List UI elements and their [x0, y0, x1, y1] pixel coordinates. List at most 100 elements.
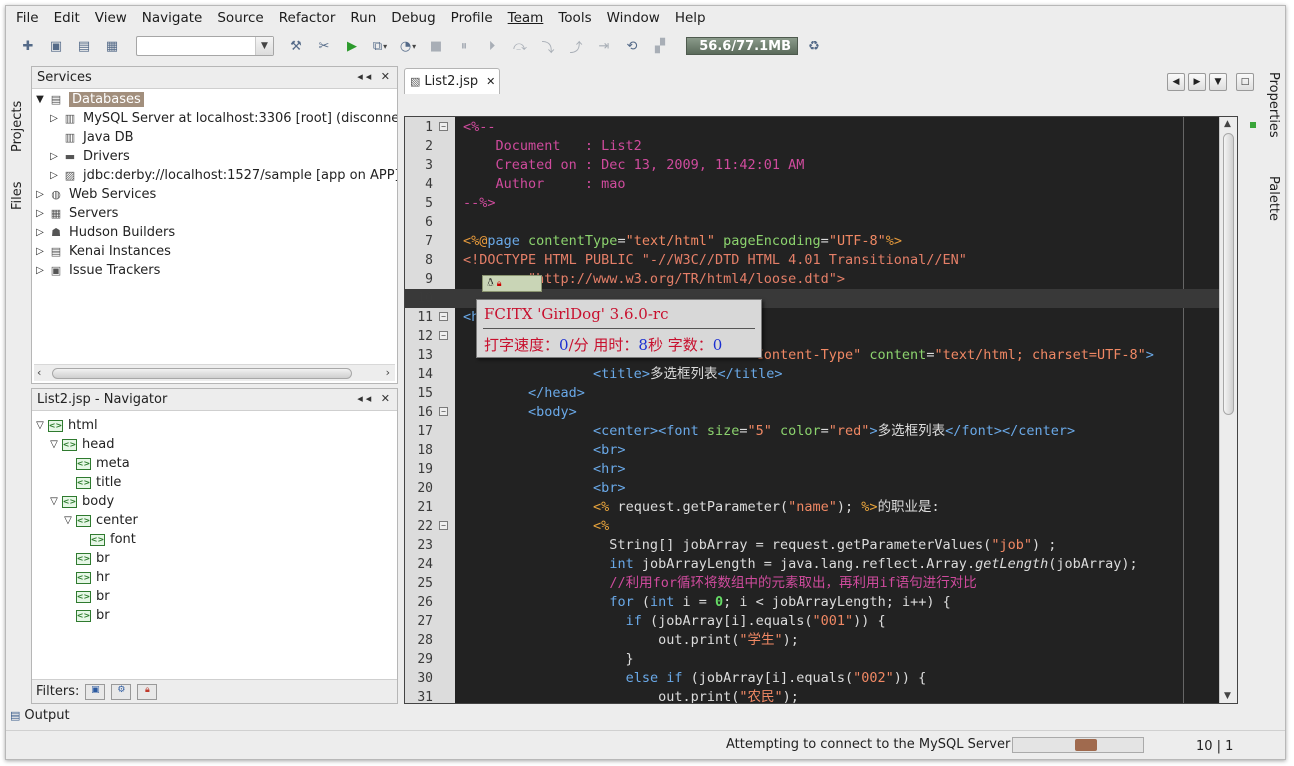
- menu-view[interactable]: View: [89, 10, 136, 26]
- panel-controls[interactable]: ◂◂ ✕: [357, 70, 393, 83]
- code-line[interactable]: 18 <br>: [405, 441, 1185, 460]
- collapsed-arrow-icon[interactable]: ▷: [48, 113, 60, 124]
- menu-navigate[interactable]: Navigate: [136, 10, 212, 26]
- configuration-combo[interactable]: ▼: [136, 36, 274, 56]
- code-line[interactable]: 19 <hr>: [405, 460, 1185, 479]
- take-snapshot-icon[interactable]: ▞: [648, 35, 672, 57]
- save-all-icon[interactable]: ▦: [100, 35, 124, 57]
- show-opened-documents-icon[interactable]: ▼: [1209, 73, 1227, 91]
- code-line[interactable]: 30 else if (jobArray[i].equals("002")) {: [405, 669, 1185, 688]
- expanded-arrow-icon[interactable]: ▼: [34, 94, 46, 105]
- navigator-tree-item[interactable]: ▽ <> center: [62, 511, 138, 530]
- navigator-tree-item[interactable]: <> br: [62, 587, 110, 606]
- fold-toggle-icon[interactable]: −: [439, 331, 448, 340]
- panel-controls[interactable]: ◂◂ ✕: [357, 392, 393, 405]
- tab-palette[interactable]: Palette: [1266, 176, 1281, 236]
- fcitx-status-bar[interactable]: 🐧︎ 🔒︎: [482, 275, 542, 292]
- tab-projects[interactable]: Projects: [10, 72, 25, 152]
- services-tree-item[interactable]: ▷ ▦ Servers: [34, 204, 118, 223]
- menu-window[interactable]: Window: [601, 10, 669, 26]
- code-line[interactable]: 20 <br>: [405, 479, 1185, 498]
- tab-files[interactable]: Files: [10, 160, 25, 210]
- services-tree-item[interactable]: ▥ Java DB: [48, 128, 134, 147]
- step-into-icon[interactable]: ⤵: [536, 35, 560, 57]
- collapsed-arrow-icon[interactable]: ▷: [34, 265, 46, 276]
- menu-run[interactable]: Run: [344, 10, 385, 26]
- open-project-icon[interactable]: ▤: [72, 35, 96, 57]
- menu-edit[interactable]: Edit: [48, 10, 89, 26]
- filter-elements-icon[interactable]: ⚙: [111, 683, 132, 700]
- code-line[interactable]: 31 out.print("农民");: [405, 688, 1185, 703]
- tab-list2-jsp[interactable]: ▧ List2.jsp ✕: [404, 68, 500, 94]
- expanded-arrow-icon[interactable]: ▽: [48, 496, 60, 507]
- code-line[interactable]: 22− <%: [405, 517, 1185, 536]
- profile-icon[interactable]: ◔: [396, 35, 420, 57]
- filter-lock-icon[interactable]: 🔒︎: [137, 683, 158, 700]
- fold-toggle-icon[interactable]: −: [439, 122, 448, 131]
- menu-team[interactable]: Team: [502, 10, 553, 26]
- scroll-tabs-right-icon[interactable]: ▶: [1188, 73, 1206, 91]
- collapsed-arrow-icon[interactable]: ▷: [48, 170, 60, 181]
- code-editor[interactable]: 1− <%-- 2 Document : List2 3 Created on : D…: [404, 116, 1238, 704]
- run-icon[interactable]: ▶: [340, 35, 364, 57]
- navigator-tree-item[interactable]: <> meta: [62, 454, 130, 473]
- collapsed-arrow-icon[interactable]: ▷: [34, 208, 46, 219]
- navigator-tree-item[interactable]: ▽ <> head: [48, 435, 114, 454]
- code-line[interactable]: 28 out.print("学生");: [405, 631, 1185, 650]
- collapsed-arrow-icon[interactable]: ▷: [34, 189, 46, 200]
- code-line[interactable]: 25 //利用for循环将数组中的元素取出，再利用if语句进行对比: [405, 574, 1185, 593]
- stop-icon[interactable]: ■: [424, 35, 448, 57]
- apply-code-changes-icon[interactable]: ⟲: [620, 35, 644, 57]
- menu-tools[interactable]: Tools: [552, 10, 600, 26]
- expanded-arrow-icon[interactable]: ▽: [48, 439, 60, 450]
- fold-toggle-icon[interactable]: −: [439, 407, 448, 416]
- services-tree-item[interactable]: ▷ ▬ Drivers: [48, 147, 130, 166]
- expanded-arrow-icon[interactable]: ▽: [62, 515, 74, 526]
- services-tree-item[interactable]: ▷ ▨ jdbc:derby://localhost:1527/sample [ap…: [48, 166, 397, 185]
- code-line[interactable]: 6: [405, 213, 1185, 232]
- output-tab[interactable]: ▤ Output: [10, 706, 70, 724]
- navigator-tree-item[interactable]: ▽ <> body: [48, 492, 114, 511]
- collapsed-arrow-icon[interactable]: ▷: [34, 246, 46, 257]
- code-line[interactable]: 8 <!DOCTYPE HTML PUBLIC "-//W3C//DTD HTML…: [405, 251, 1185, 270]
- services-tree-item[interactable]: ▷ ☗ Hudson Builders: [34, 223, 175, 242]
- code-line[interactable]: 23 String[] jobArray = request.getParame…: [405, 536, 1185, 555]
- code-line[interactable]: 5 --%>: [405, 194, 1185, 213]
- menu-file[interactable]: File: [10, 10, 48, 26]
- collapsed-arrow-icon[interactable]: ▷: [34, 227, 46, 238]
- collapsed-arrow-icon[interactable]: ▷: [48, 151, 60, 162]
- fold-toggle-icon[interactable]: −: [439, 312, 448, 321]
- maximize-icon[interactable]: □: [1236, 73, 1254, 91]
- code-line[interactable]: 14 <title>多选框列表</title>: [405, 365, 1185, 384]
- code-line[interactable]: 17 <center><font size="5" color="red">多选…: [405, 422, 1185, 441]
- close-icon[interactable]: ✕: [486, 75, 495, 88]
- new-project-icon[interactable]: ▣: [44, 35, 68, 57]
- services-tree-item[interactable]: ▷ ▣ Issue Trackers: [34, 261, 160, 280]
- navigator-tree-item[interactable]: <> br: [62, 606, 110, 625]
- editor-vscroll[interactable]: ▲ ▼: [1219, 117, 1237, 703]
- scroll-tabs-left-icon[interactable]: ◀: [1167, 73, 1185, 91]
- chevron-down-icon[interactable]: ▼: [255, 37, 273, 55]
- services-hscroll[interactable]: ‹ ›: [34, 364, 395, 381]
- code-line[interactable]: 24 int jobArrayLength = java.lang.reflec…: [405, 555, 1185, 574]
- pause-icon[interactable]: ⏸: [452, 35, 476, 57]
- memory-usage-bar[interactable]: 56.6/77.1MB: [686, 37, 798, 55]
- code-line[interactable]: 27 if (jobArray[i].equals("001")) {: [405, 612, 1185, 631]
- services-tree-item[interactable]: ▼ ▤ Databases: [34, 90, 144, 109]
- menu-profile[interactable]: Profile: [445, 10, 502, 26]
- filter-attributes-icon[interactable]: ▣: [85, 683, 106, 700]
- services-tree-item[interactable]: ▷ ◍ Web Services: [34, 185, 156, 204]
- code-line[interactable]: 1− <%--: [405, 118, 1185, 137]
- code-line[interactable]: 15 </head>: [405, 384, 1185, 403]
- menu-help[interactable]: Help: [669, 10, 715, 26]
- menu-source[interactable]: Source: [211, 10, 272, 26]
- expanded-arrow-icon[interactable]: ▽: [34, 420, 46, 431]
- run-to-cursor-icon[interactable]: ⇥: [592, 35, 616, 57]
- debug-icon[interactable]: ⧉: [368, 35, 392, 57]
- navigator-tree-item[interactable]: ▽ <> html: [34, 416, 97, 435]
- continue-icon[interactable]: ⏵: [480, 35, 504, 57]
- scroll-right-icon[interactable]: ›: [386, 366, 390, 379]
- gc-icon[interactable]: ♻: [802, 35, 826, 57]
- tab-properties[interactable]: Properties: [1266, 72, 1281, 162]
- code-line[interactable]: 29 }: [405, 650, 1185, 669]
